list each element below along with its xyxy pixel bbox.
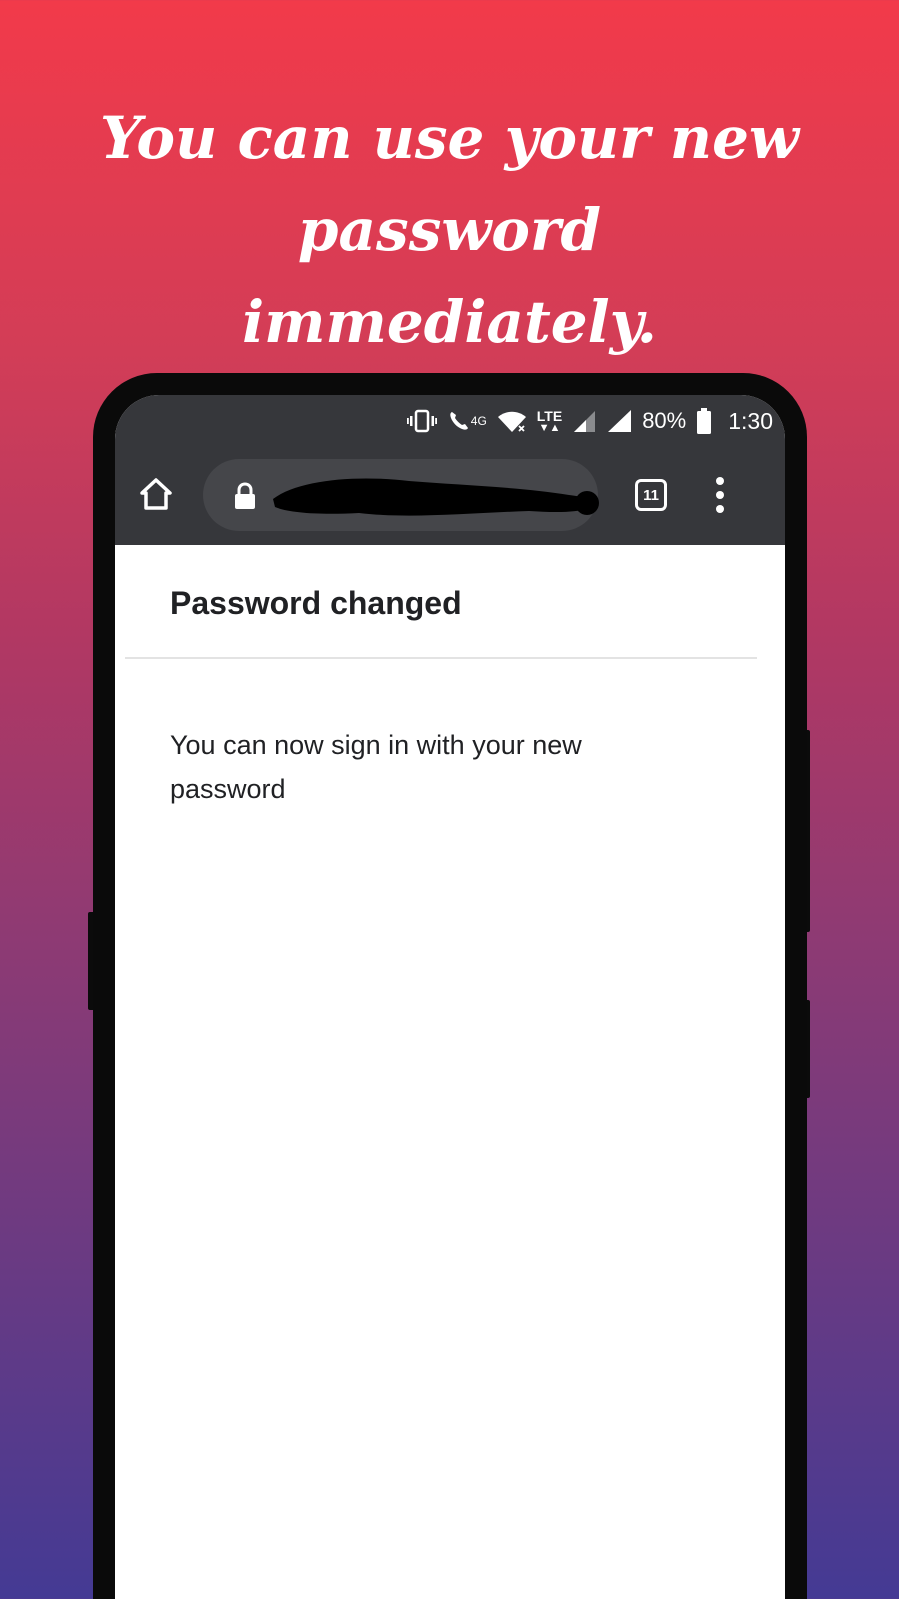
address-bar[interactable] [203,459,599,531]
promo-line-1: You can use your new password [100,104,799,264]
promo-headline: You can use your new password immediatel… [0,92,899,368]
lte-indicator: LTE ▼▲ [537,409,562,434]
wifi-calling-icon: 4G [447,409,487,433]
page-message: You can now sign in with your new passwo… [170,730,582,804]
lte-label: LTE [536,407,563,424]
status-bar: 4G LTE ▼▲ 80% 1:30 [115,395,785,447]
menu-dot-icon [716,505,724,513]
browser-toolbar: 11 [115,447,785,545]
battery-icon [696,408,712,434]
battery-percent: 80% [642,408,687,433]
tab-count-badge: 11 [635,479,667,511]
signal-icon-2 [606,409,632,433]
title-divider [125,657,757,659]
menu-dot-icon [716,491,724,499]
data-arrows-icon: ▼▲ [538,421,561,434]
network-type-label: 4G [470,414,487,428]
status-clock: 1:30 [728,407,773,434]
overflow-menu-button[interactable] [703,469,737,521]
page-title: Password changed [170,585,462,621]
lock-icon [235,482,255,509]
phone-screen: 4G LTE ▼▲ 80% 1:30 11 Password changed Y… [115,395,785,1599]
status-icons: 4G LTE ▼▲ 80% 1:30 [406,403,773,439]
wifi-icon [497,409,527,433]
vibrate-icon [406,409,437,433]
promo-line-2: immediately. [242,288,657,356]
tab-switcher-button[interactable]: 11 [627,471,675,519]
redacted-url-scribble [273,478,599,516]
menu-dot-icon [716,477,724,485]
signal-icon-1 [572,409,596,433]
home-button[interactable] [135,471,177,517]
home-icon [140,478,172,510]
